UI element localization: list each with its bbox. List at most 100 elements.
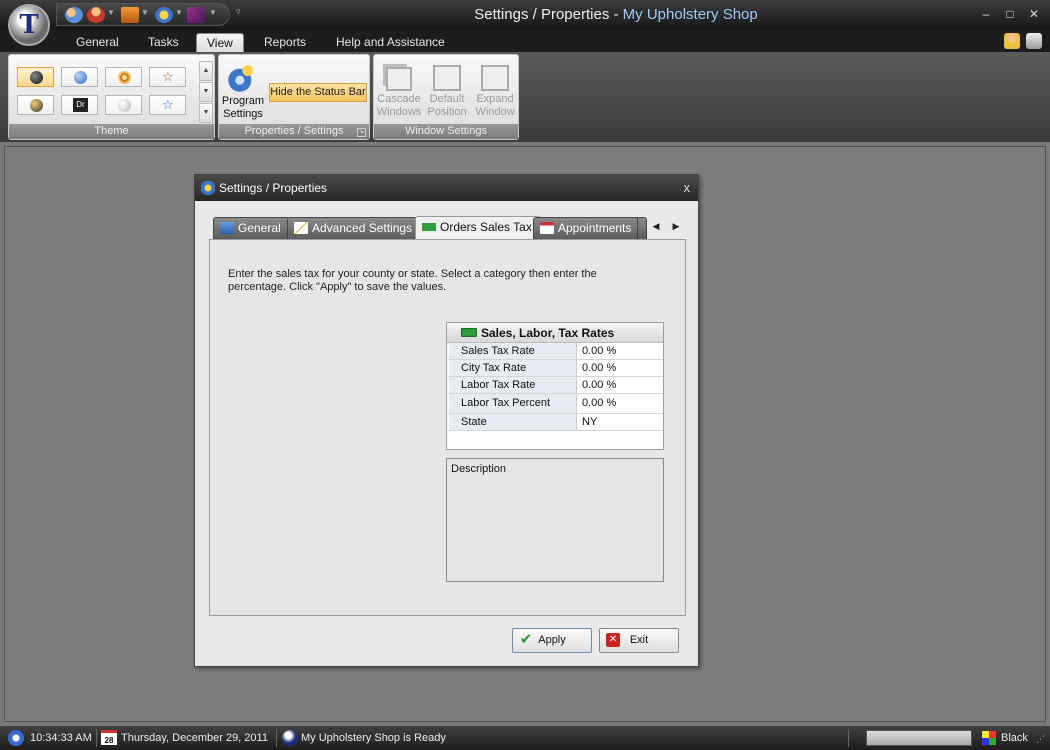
expand-window-button[interactable]: Expand Window <box>472 61 518 119</box>
tab-appointments-label: Appointments <box>558 221 632 235</box>
theme-black-swatch[interactable] <box>17 67 54 87</box>
theme-blue-star-swatch[interactable]: ☆ <box>149 95 186 115</box>
dialog-close-button[interactable]: x <box>684 175 691 201</box>
user-status-icon[interactable] <box>1004 33 1020 49</box>
settings-gears-icon <box>227 61 259 93</box>
tab-advanced-settings[interactable]: Advanced Settings <box>287 217 422 239</box>
grid-row-name: City Tax Rate <box>449 360 577 376</box>
tab-appointments[interactable]: Appointments <box>533 217 641 239</box>
status-divider <box>276 729 277 747</box>
status-progress-box <box>866 730 972 746</box>
chevron-down-icon[interactable]: ▼ <box>175 8 183 17</box>
grid-row-city-tax[interactable]: City Tax Rate 0.00 % <box>449 360 663 377</box>
chevron-down-icon[interactable]: ▼ <box>209 8 217 17</box>
program-settings-button[interactable]: Program Settings <box>221 61 265 121</box>
tab-general-label: General <box>238 221 281 235</box>
status-date: Thursday, December 29, 2011 <box>121 732 268 744</box>
gallery-scroll-down-icon[interactable]: ▼ <box>199 82 213 102</box>
gallery-more-icon[interactable]: ▼ <box>199 103 213 123</box>
grid-row-value[interactable]: 0.00 % <box>579 360 663 376</box>
properties-group-label: Properties / Settings <box>219 124 369 139</box>
maximize-button[interactable]: □ <box>999 4 1021 24</box>
cascade-windows-button[interactable]: Cascade Windows <box>376 61 422 119</box>
theme-dr-icon: Dr <box>73 98 88 112</box>
window-title-app: My Upholstery Shop <box>622 6 758 23</box>
exit-button-label: Exit <box>629 634 649 646</box>
window-settings-group: Cascade Windows Default Position Expand … <box>373 54 519 140</box>
instructions-text: Enter the sales tax for your county or s… <box>228 268 597 293</box>
book-icon[interactable] <box>187 7 205 23</box>
chevron-down-icon[interactable]: ▼ <box>107 8 115 17</box>
dialog-launcher-icon[interactable]: ↘ <box>357 128 366 137</box>
status-divider <box>848 729 849 747</box>
orders-icon[interactable] <box>121 7 139 23</box>
grid-category-header[interactable]: Sales, Labor, Tax Rates <box>447 323 663 343</box>
status-message: My Upholstery Shop is Ready <box>301 732 446 744</box>
theme-dark-swatch[interactable] <box>17 95 54 115</box>
tab-general[interactable]: General <box>213 217 290 239</box>
tab-tasks[interactable]: Tasks <box>138 33 189 52</box>
status-divider <box>96 729 97 747</box>
calendar-icon <box>540 222 554 234</box>
ribbon: ☆ Dr ☆ ▲ ▼ ▼ Theme Program Settings Hide… <box>0 52 1050 142</box>
resize-grip-icon[interactable]: ⋰ <box>1036 734 1048 746</box>
grid-row-name: Labor Tax Percent <box>449 394 577 413</box>
grid-row-labor-tax-percent[interactable]: Labor Tax Percent 0.00 % <box>449 394 663 414</box>
tab-help[interactable]: Help and Assistance <box>326 33 455 52</box>
theme-orange-swatch[interactable] <box>105 67 142 87</box>
dialog-title-bar[interactable]: Settings / Properties x <box>195 175 698 201</box>
star-blue-icon: ☆ <box>162 97 174 112</box>
checkmark-icon: ✔ <box>519 631 533 648</box>
tab-reports[interactable]: Reports <box>254 33 316 52</box>
expand-window-label: Expand Window <box>475 93 515 118</box>
customize-toolbar-icon[interactable]: ▿ <box>236 6 241 17</box>
theme-palette-icon[interactable] <box>982 731 996 745</box>
grid-row-value[interactable]: 0.00 % <box>579 343 663 359</box>
theme-blue-swatch[interactable] <box>61 67 98 87</box>
user-icon[interactable] <box>87 7 105 23</box>
tab-scroll-left-icon[interactable]: ◀ <box>649 221 663 235</box>
grid-row-value[interactable]: 0.00 % <box>579 394 663 410</box>
description-panel: Description <box>446 458 664 582</box>
calendar-icon: 28 <box>101 730 117 745</box>
status-time: 10:34:33 AM <box>30 732 92 744</box>
settings-gear-icon[interactable] <box>155 7 173 23</box>
hide-status-bar-button[interactable]: Hide the Status Bar <box>269 83 367 102</box>
tab-overflow[interactable] <box>637 217 647 239</box>
chevron-down-icon[interactable]: ▼ <box>141 8 149 17</box>
grid-row-state[interactable]: State NY <box>449 414 663 431</box>
exit-x-icon: ✕ <box>606 633 620 647</box>
blue-orb-icon <box>74 71 87 84</box>
grid-row-value[interactable]: NY <box>579 414 663 430</box>
grid-row-sales-tax[interactable]: Sales Tax Rate 0.00 % <box>449 343 663 360</box>
black-orb-icon <box>30 71 43 84</box>
folder-icon[interactable] <box>1026 33 1042 49</box>
tab-scroll-right-icon[interactable]: ▶ <box>669 221 683 235</box>
tab-orders-sales-tax-label: Orders Sales Tax <box>440 220 532 234</box>
exit-button[interactable]: ✕ Exit <box>599 628 679 653</box>
theme-star-swatch[interactable]: ☆ <box>149 67 186 87</box>
status-bar: 10:34:33 AM 28 Thursday, December 29, 20… <box>0 726 1050 750</box>
minimize-button[interactable]: – <box>975 4 997 24</box>
status-theme[interactable]: Black <box>1001 731 1028 745</box>
grid-row-labor-tax[interactable]: Labor Tax Rate 0.00 % <box>449 377 663 394</box>
clock-icon <box>8 730 24 746</box>
dialog-body: General Advanced Settings Orders Sales T… <box>209 215 687 657</box>
theme-dr-swatch[interactable]: Dr <box>61 95 98 115</box>
default-position-button[interactable]: Default Position <box>424 61 470 119</box>
dialog-title: Settings / Properties <box>219 181 328 195</box>
app-logo-icon: T <box>19 10 39 40</box>
grid-row-value[interactable]: 0.00 % <box>579 377 663 393</box>
close-button[interactable]: ✕ <box>1023 4 1045 24</box>
settings-dialog: Settings / Properties x General Advanced… <box>194 174 699 667</box>
app-logo-button[interactable]: T <box>8 4 50 46</box>
apply-button[interactable]: ✔ Apply <box>512 628 592 653</box>
default-position-icon <box>433 65 461 91</box>
theme-silver-swatch[interactable] <box>105 95 142 115</box>
customers-icon[interactable] <box>65 7 83 23</box>
tab-general[interactable]: General <box>66 33 129 52</box>
silver-orb-icon <box>118 99 131 112</box>
tab-view[interactable]: View <box>196 33 244 52</box>
gallery-scroll-up-icon[interactable]: ▲ <box>199 61 213 81</box>
tab-orders-sales-tax[interactable]: Orders Sales Tax <box>415 216 541 240</box>
